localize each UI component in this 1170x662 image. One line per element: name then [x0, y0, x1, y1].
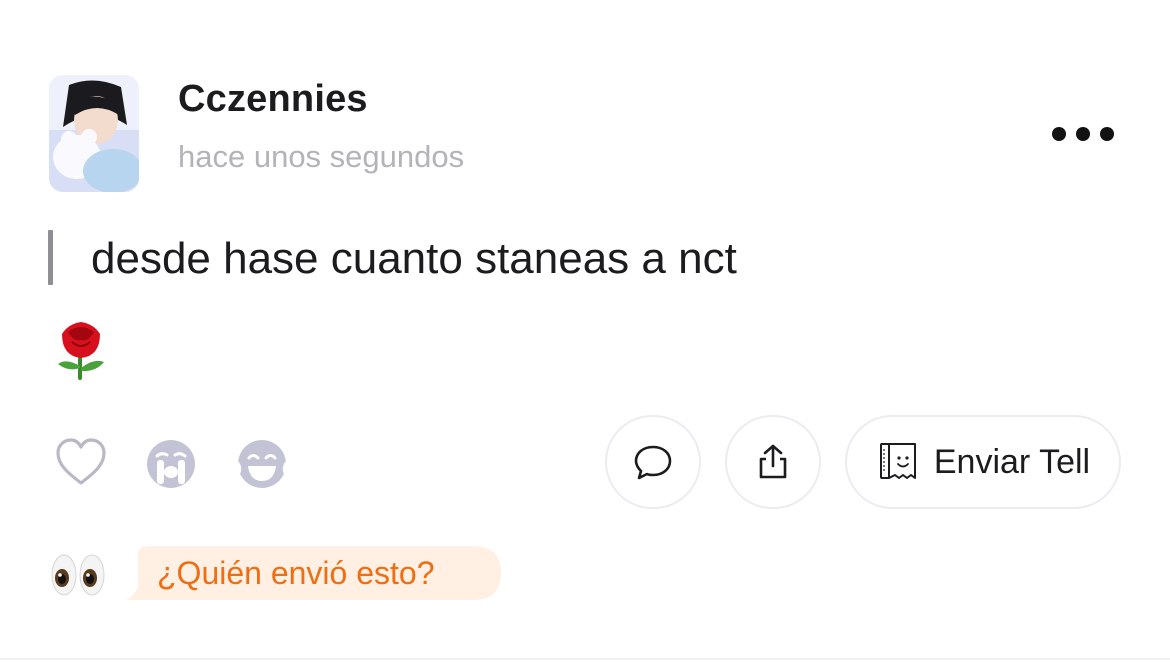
who-sent-label: ¿Quién envió esto? — [157, 555, 435, 591]
speech-bubble-icon — [634, 445, 672, 480]
post-message: desde hase cuanto staneas a nct — [91, 234, 737, 283]
who-sent-button[interactable]: ¿Quién envió esto? — [126, 546, 501, 600]
username[interactable]: Cczennies — [178, 78, 368, 121]
comment-button[interactable] — [605, 415, 701, 509]
send-tell-label: Enviar Tell — [933, 442, 1091, 481]
crying-face-icon[interactable] — [145, 438, 197, 495]
more-options-icon[interactable] — [1046, 117, 1120, 151]
tell-card-icon — [879, 443, 916, 479]
share-icon — [759, 444, 787, 479]
profile-photo — [49, 75, 139, 192]
heart-outline-icon[interactable] — [54, 436, 108, 493]
avatar[interactable] — [49, 75, 139, 192]
post-timestamp: hace unos segundos — [178, 139, 465, 174]
rose-icon — [54, 320, 108, 385]
laughing-face-icon[interactable] — [233, 438, 291, 495]
eyes-icon — [50, 552, 106, 603]
share-button[interactable] — [725, 415, 821, 509]
divider — [0, 658, 1170, 660]
quote-bar — [48, 230, 53, 285]
send-tell-button[interactable]: Enviar Tell — [845, 415, 1121, 509]
